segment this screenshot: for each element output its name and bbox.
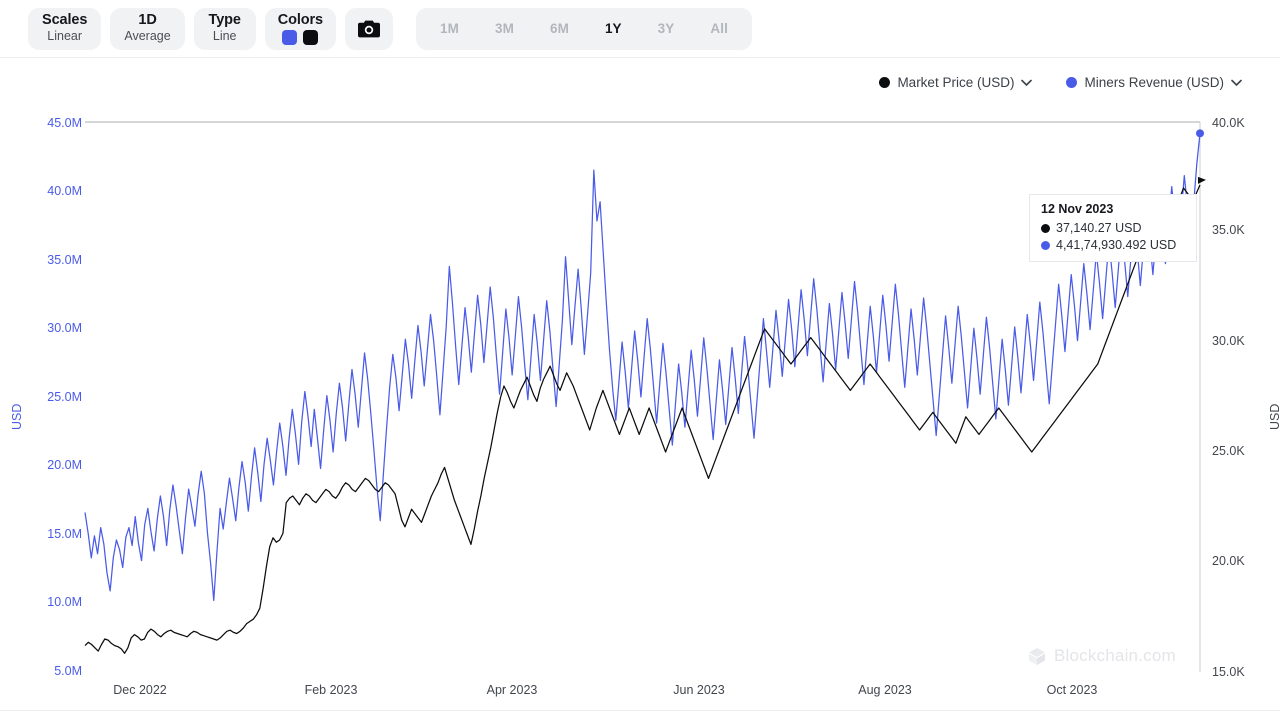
interval-value: Average bbox=[124, 29, 170, 44]
x-tick-label: Jun 2023 bbox=[673, 683, 724, 697]
camera-icon bbox=[357, 19, 381, 39]
series-endpoint-miners-revenue bbox=[1196, 129, 1204, 137]
scales-title: Scales bbox=[42, 13, 87, 28]
range-6m[interactable]: 6M bbox=[532, 8, 587, 50]
tooltip-dot-miners-revenue bbox=[1041, 241, 1050, 250]
tooltip-dot-market-price bbox=[1041, 224, 1050, 233]
bottom-divider bbox=[0, 710, 1280, 711]
toolbar-controls: Scales Linear 1D Average Type Line Color… bbox=[0, 8, 752, 50]
type-control[interactable]: Type Line bbox=[194, 8, 256, 50]
watermark-text: Blockchain.com bbox=[1054, 646, 1176, 666]
tooltip-row-market-price: 37,140.27 USD bbox=[1041, 221, 1185, 235]
x-tick-label: Apr 2023 bbox=[487, 683, 538, 697]
scales-control[interactable]: Scales Linear bbox=[28, 8, 101, 50]
colors-control[interactable]: Colors bbox=[265, 8, 336, 50]
range-1m[interactable]: 1M bbox=[422, 8, 477, 50]
chart-plot-area: USD USD 45.0M 40.0M 35.0M 30.0M 25.0M 20… bbox=[0, 58, 1280, 726]
chart-page: Scales Linear 1D Average Type Line Color… bbox=[0, 0, 1280, 726]
type-value: Line bbox=[213, 29, 237, 44]
tooltip-value-market-price: 37,140.27 USD bbox=[1056, 221, 1141, 235]
series-canvas bbox=[0, 58, 1280, 726]
interval-control[interactable]: 1D Average bbox=[110, 8, 184, 50]
color-swatches bbox=[282, 30, 318, 45]
range-selector: 1M 3M 6M 1Y 3Y All bbox=[416, 8, 752, 50]
range-3y[interactable]: 3Y bbox=[640, 8, 693, 50]
type-title: Type bbox=[209, 13, 241, 28]
chart-toolbar: Scales Linear 1D Average Type Line Color… bbox=[0, 0, 1280, 58]
x-tick-label: Aug 2023 bbox=[858, 683, 912, 697]
chart-tooltip: 12 Nov 2023 37,140.27 USD 4,41,74,930.49… bbox=[1029, 194, 1197, 262]
x-tick-label: Oct 2023 bbox=[1047, 683, 1098, 697]
colors-title: Colors bbox=[278, 13, 323, 28]
range-3m[interactable]: 3M bbox=[477, 8, 532, 50]
tooltip-date: 12 Nov 2023 bbox=[1041, 202, 1185, 216]
screenshot-button[interactable] bbox=[345, 8, 393, 50]
interval-title: 1D bbox=[138, 13, 156, 28]
color-swatch-blue[interactable] bbox=[282, 30, 297, 45]
blockchain-cube-icon bbox=[1028, 647, 1046, 666]
tooltip-row-miners-revenue: 4,41,74,930.492 USD bbox=[1041, 238, 1185, 252]
x-tick-label: Feb 2023 bbox=[305, 683, 358, 697]
watermark: Blockchain.com bbox=[1028, 646, 1176, 666]
color-swatch-black[interactable] bbox=[303, 30, 318, 45]
scales-value: Linear bbox=[47, 29, 82, 44]
range-1y[interactable]: 1Y bbox=[587, 8, 640, 50]
tooltip-value-miners-revenue: 4,41,74,930.492 USD bbox=[1056, 238, 1176, 252]
x-tick-label: Dec 2022 bbox=[113, 683, 167, 697]
range-all[interactable]: All bbox=[692, 8, 746, 50]
